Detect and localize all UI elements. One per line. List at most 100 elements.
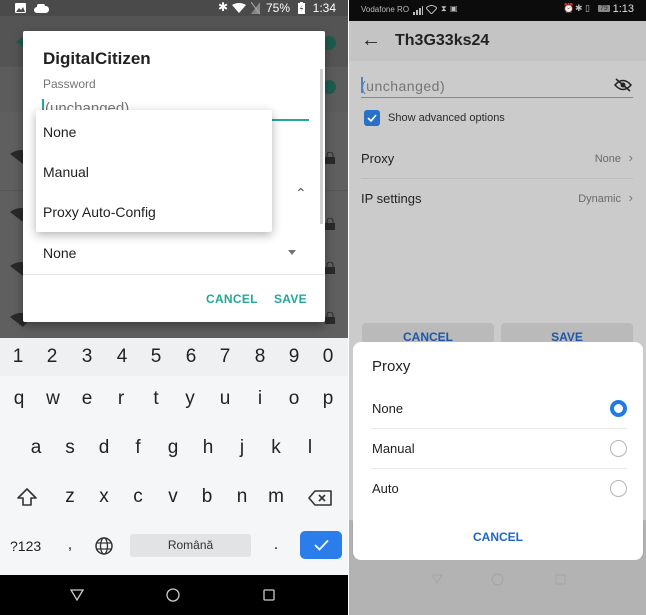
key[interactable]: s bbox=[56, 437, 84, 459]
checkmark-icon bbox=[367, 114, 377, 122]
proxy-option-none[interactable]: None bbox=[372, 388, 627, 428]
chevron-right-icon: › bbox=[628, 150, 633, 165]
wifi-icon bbox=[232, 3, 246, 13]
notification-icon: ▣ bbox=[450, 4, 458, 13]
key[interactable]: d bbox=[90, 437, 118, 459]
menu-item-none[interactable]: None bbox=[43, 124, 76, 140]
ip-settings-row[interactable]: IP settings Dynamic › bbox=[361, 179, 633, 219]
chevron-right-icon: › bbox=[628, 190, 633, 205]
soft-keyboard: 1 2 3 4 5 6 7 8 9 0 q w e r t y u i o p … bbox=[0, 338, 348, 575]
save-button[interactable]: SAVE bbox=[274, 292, 307, 306]
dropdown-arrow-icon[interactable] bbox=[288, 250, 296, 255]
key[interactable]: t bbox=[142, 388, 170, 410]
navigation-bar bbox=[0, 575, 348, 615]
key[interactable]: y bbox=[176, 388, 204, 410]
proxy-option-manual[interactable]: Manual bbox=[372, 428, 627, 468]
right-phone-screen: Vodafone RO ⧗ ▣ ⏰ ✱ ▯ 79 1:13 ← Th3G33ks… bbox=[349, 0, 646, 615]
bluetooth-icon: ✱ bbox=[575, 3, 583, 13]
proxy-option-auto[interactable]: Auto bbox=[372, 468, 627, 508]
key[interactable]: 0 bbox=[314, 346, 342, 368]
globe-icon[interactable] bbox=[95, 537, 113, 555]
proxy-selection-dialog: Proxy None Manual Auto CANCEL bbox=[353, 342, 643, 560]
back-nav-icon[interactable] bbox=[431, 574, 443, 584]
no-sim-icon bbox=[251, 2, 260, 14]
lock-icon bbox=[325, 218, 335, 230]
space-key[interactable]: Română bbox=[130, 534, 251, 557]
hourglass-icon: ⧗ bbox=[441, 4, 447, 13]
key[interactable]: 5 bbox=[142, 346, 170, 368]
key[interactable]: q bbox=[5, 388, 33, 410]
shift-icon[interactable] bbox=[17, 488, 37, 506]
key[interactable]: l bbox=[296, 437, 324, 459]
key[interactable]: w bbox=[39, 388, 67, 410]
key[interactable]: 8 bbox=[246, 346, 274, 368]
ip-settings-value: Dynamic bbox=[578, 193, 621, 205]
password-input[interactable] bbox=[361, 74, 633, 98]
key[interactable]: g bbox=[159, 437, 187, 459]
key[interactable]: r bbox=[107, 388, 135, 410]
key[interactable]: 7 bbox=[211, 346, 239, 368]
key[interactable]: a bbox=[22, 437, 50, 459]
recents-nav-icon[interactable] bbox=[555, 574, 566, 585]
key[interactable]: c bbox=[124, 486, 152, 508]
visibility-off-icon[interactable] bbox=[614, 78, 632, 92]
lock-icon bbox=[325, 152, 335, 164]
home-nav-icon[interactable] bbox=[491, 573, 504, 586]
key[interactable]: o bbox=[280, 388, 308, 410]
key[interactable]: p bbox=[314, 388, 342, 410]
bluetooth-icon: ✱ bbox=[218, 0, 229, 14]
back-arrow-icon[interactable]: ← bbox=[361, 29, 381, 52]
key[interactable]: i bbox=[246, 388, 274, 410]
comma-key[interactable]: , bbox=[56, 536, 84, 554]
key[interactable]: 3 bbox=[73, 346, 101, 368]
cancel-button[interactable]: CANCEL bbox=[206, 292, 258, 306]
dialog-title: Proxy bbox=[372, 358, 411, 375]
menu-item-proxy-auto-config[interactable]: Proxy Auto-Config bbox=[43, 204, 156, 220]
chevron-up-icon[interactable]: ⌃ bbox=[295, 185, 307, 202]
radio-unselected[interactable] bbox=[610, 440, 627, 457]
option-label: None bbox=[372, 401, 404, 416]
key[interactable]: v bbox=[159, 486, 187, 508]
key[interactable]: 9 bbox=[280, 346, 308, 368]
screenshot-composite: ✱ 75% 1:34 DigitalCitizen Password ⌃ bbox=[0, 0, 646, 615]
key[interactable]: x bbox=[90, 486, 118, 508]
proxy-dropdown-value[interactable]: None bbox=[43, 245, 76, 261]
clock: 1:34 bbox=[312, 1, 336, 15]
dialog-scrollbar[interactable] bbox=[320, 69, 323, 224]
menu-item-manual[interactable]: Manual bbox=[43, 164, 89, 180]
enter-button[interactable] bbox=[300, 531, 342, 559]
radio-unselected[interactable] bbox=[610, 480, 627, 497]
key[interactable]: n bbox=[228, 486, 256, 508]
key[interactable]: b bbox=[193, 486, 221, 508]
ip-settings-label: IP settings bbox=[361, 191, 422, 206]
app-bar: ← Th3G33ks24 bbox=[349, 21, 646, 61]
key[interactable]: 1 bbox=[4, 346, 32, 368]
proxy-dropdown-menu: None Manual Proxy Auto-Config bbox=[36, 110, 272, 232]
key[interactable]: e bbox=[73, 388, 101, 410]
key[interactable]: h bbox=[194, 437, 222, 459]
key[interactable]: z bbox=[56, 486, 84, 508]
dialog-cancel-button[interactable]: CANCEL bbox=[353, 530, 643, 544]
proxy-row[interactable]: Proxy None › bbox=[361, 139, 633, 179]
clock: 1:13 bbox=[612, 3, 634, 15]
back-nav-icon[interactable] bbox=[70, 589, 84, 601]
key[interactable]: 6 bbox=[177, 346, 205, 368]
network-name-title: Th3G33ks24 bbox=[395, 32, 490, 49]
backspace-icon[interactable] bbox=[308, 490, 332, 506]
key[interactable]: j bbox=[228, 437, 256, 459]
key[interactable]: k bbox=[262, 437, 290, 459]
image-icon bbox=[15, 3, 26, 13]
home-nav-icon[interactable] bbox=[166, 588, 180, 602]
key[interactable]: u bbox=[211, 388, 239, 410]
key[interactable]: 2 bbox=[38, 346, 66, 368]
option-label: Manual bbox=[372, 441, 415, 456]
symbols-key[interactable]: ?123 bbox=[10, 538, 41, 554]
period-key[interactable]: . bbox=[262, 536, 290, 554]
key[interactable]: 4 bbox=[108, 346, 136, 368]
show-advanced-checkbox[interactable] bbox=[364, 110, 380, 126]
text-cursor bbox=[361, 77, 363, 93]
recents-nav-icon[interactable] bbox=[263, 589, 275, 601]
radio-selected[interactable] bbox=[610, 400, 627, 417]
key[interactable]: m bbox=[262, 486, 290, 508]
key[interactable]: f bbox=[124, 437, 152, 459]
